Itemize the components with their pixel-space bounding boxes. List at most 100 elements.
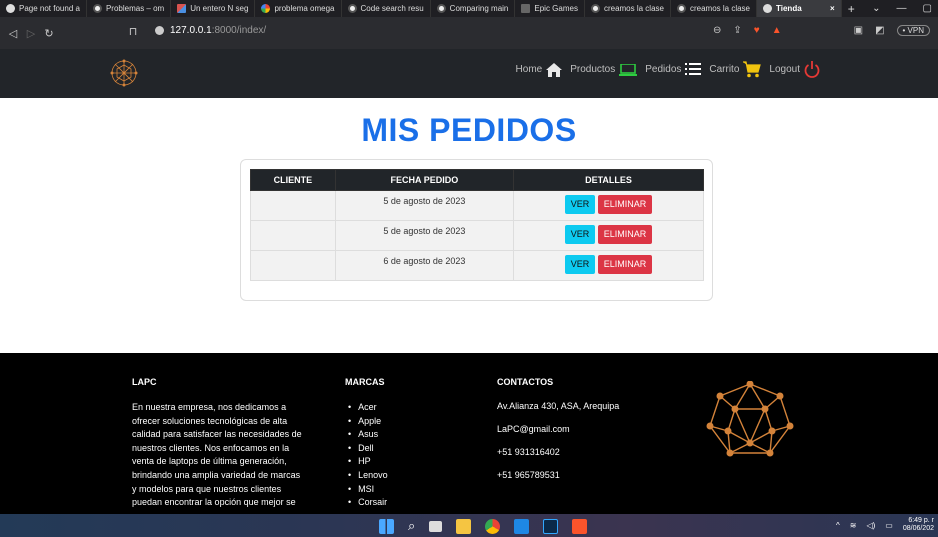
table-header-row: CLIENTE FECHA PEDIDO DETALLES [250, 169, 704, 191]
browser-tab[interactable]: Comparing main [431, 0, 516, 17]
github-icon [436, 4, 446, 13]
address-bar-actions: ⊖ ⇪ ♥ ▲ ▣ ◩ • VPN [713, 25, 930, 36]
task-view-icon[interactable] [429, 520, 443, 532]
nav-logout[interactable]: Logout [769, 61, 820, 78]
main-menu: Home Productos Pedidos Carrito Logout [516, 61, 820, 78]
browser-tab[interactable]: Problemas – om [87, 0, 172, 17]
share-icon[interactable]: ⇪ [733, 25, 741, 36]
windows-start-icon[interactable] [379, 518, 394, 534]
github-icon [347, 4, 357, 13]
window-controls: ⌄ — ▢ [872, 3, 938, 14]
brave-shield-icon[interactable]: ♥ [754, 25, 760, 36]
footer-about: LAPC En nuestra empresa, nos dedicamos a… [132, 377, 307, 510]
battery-icon[interactable]: ▭ [885, 521, 893, 530]
nav-carrito[interactable]: Carrito [709, 61, 762, 78]
column-header-cliente: CLIENTE [250, 169, 336, 191]
back-icon[interactable]: ◁ [4, 27, 22, 40]
github-icon [92, 4, 102, 13]
wallet-icon[interactable]: ◩ [875, 25, 884, 36]
os-taskbar: ⌕ ^ ≋ ◁) ▭ 6:49 p. r 08/06/202 [0, 514, 938, 537]
browser-tab[interactable]: creamos la clase [585, 0, 671, 17]
zoom-icon[interactable]: ⊖ [713, 25, 721, 36]
cell-detalles: VER ELIMINAR [513, 220, 704, 251]
close-tab-icon[interactable]: × [830, 4, 835, 13]
file-explorer-icon[interactable] [456, 518, 472, 534]
globe-icon [6, 4, 15, 13]
cart-icon [743, 61, 762, 78]
laptop-icon [619, 63, 638, 76]
cell-detalles: VER ELIMINAR [513, 250, 704, 281]
brand-item: Lenovo [345, 469, 388, 483]
footer-brands: MARCAS Acer Apple Asus Dell HP Lenovo MS… [345, 377, 388, 510]
site-info-icon[interactable] [155, 26, 164, 35]
taskbar-apps: ⌕ [379, 518, 588, 534]
epic-games-icon [521, 4, 531, 13]
globe-icon [763, 4, 773, 13]
power-icon [804, 61, 820, 78]
contact-email: LaPC@gmail.com [497, 424, 570, 434]
maximize-icon[interactable]: ▢ [923, 3, 932, 14]
footer-about-title: LAPC [132, 377, 157, 387]
chrome-icon[interactable] [485, 518, 501, 534]
wifi-icon[interactable]: ≋ [850, 521, 857, 530]
cell-fecha: 5 de agosto de 2023 [334, 220, 515, 251]
cell-detalles: VER ELIMINAR [513, 190, 704, 221]
browser-tab-active[interactable]: Tienda × [757, 0, 842, 17]
url-field[interactable]: 127.0.0.1:8000/index/ [155, 25, 266, 36]
new-tab-button[interactable]: + [842, 0, 861, 17]
eliminar-button[interactable]: ELIMINAR [597, 255, 653, 274]
ver-button[interactable]: VER [564, 255, 596, 274]
bookmark-icon[interactable]: ⊓ [124, 25, 142, 38]
table-row: 5 de agosto de 2023 VER ELIMINAR [250, 190, 704, 221]
search-icon[interactable]: ⌕ [408, 518, 415, 534]
nav-productos[interactable]: Productos [570, 63, 638, 76]
ver-button[interactable]: VER [564, 195, 596, 214]
brand-item: Asus [345, 428, 388, 442]
contact-phone: +51 965789531 [497, 470, 560, 480]
reload-icon[interactable]: ↻ [40, 27, 58, 40]
brave-icon[interactable] [572, 518, 588, 534]
orders-card: CLIENTE FECHA PEDIDO DETALLES 5 de agost… [240, 159, 713, 301]
eliminar-button[interactable]: ELIMINAR [597, 225, 653, 244]
table-row: 6 de agosto de 2023 VER ELIMINAR [250, 250, 704, 281]
github-icon [676, 4, 686, 13]
brand-item: Dell [345, 442, 388, 456]
vscode-icon[interactable] [514, 518, 530, 534]
chevron-up-icon[interactable]: ^ [836, 521, 840, 530]
footer-about-text: En nuestra empresa, nos dedicamos a ofre… [132, 402, 302, 508]
browser-tab[interactable]: Page not found a [0, 0, 87, 17]
brave-rewards-icon[interactable]: ▲ [772, 25, 782, 36]
tab-search-icon[interactable]: ⌄ [872, 3, 880, 14]
cell-cliente [250, 250, 336, 281]
nav-home[interactable]: Home [516, 62, 563, 77]
cell-fecha: 5 de agosto de 2023 [334, 190, 515, 221]
footer-contacts-title: CONTACTOS [497, 377, 554, 387]
browser-tab[interactable]: problema omega [255, 0, 342, 17]
clock[interactable]: 6:49 p. r 08/06/202 [903, 517, 934, 533]
contact-phone: +51 931316402 [497, 447, 560, 457]
browser-tab[interactable]: creamos la clase [671, 0, 758, 17]
cell-cliente [250, 220, 336, 251]
footer-brands-title: MARCAS [345, 377, 385, 387]
forward-icon[interactable]: ▷ [22, 27, 40, 40]
cell-cliente [250, 190, 336, 221]
footer-contacts: CONTACTOS Av.Alianza 430, ASA, Arequipa … [497, 377, 619, 493]
brand-logo[interactable] [108, 57, 140, 89]
vpn-button[interactable]: • VPN [896, 25, 930, 36]
nav-pedidos[interactable]: Pedidos [645, 63, 702, 76]
browser-tab[interactable]: Epic Games [515, 0, 585, 17]
page-title: MIS PEDIDOS [361, 112, 577, 148]
browser-tab-bar: Page not found a Problemas – om Un enter… [0, 0, 938, 17]
ver-button[interactable]: VER [564, 225, 596, 244]
table-row: 5 de agosto de 2023 VER ELIMINAR [250, 220, 704, 251]
volume-icon[interactable]: ◁) [866, 521, 875, 530]
system-tray: ^ ≋ ◁) ▭ 6:49 p. r 08/06/202 [836, 517, 934, 533]
site-footer: LAPC En nuestra empresa, nos dedicamos a… [0, 353, 938, 514]
browser-tab[interactable]: Code search resu [342, 0, 431, 17]
photoshop-icon[interactable] [543, 518, 559, 534]
browser-tab[interactable]: Un entero N seg [171, 0, 256, 17]
minimize-icon[interactable]: — [897, 3, 907, 14]
eliminar-button[interactable]: ELIMINAR [597, 195, 653, 214]
brand-item: Acer [345, 401, 388, 415]
sidebar-icon[interactable]: ▣ [854, 25, 863, 36]
